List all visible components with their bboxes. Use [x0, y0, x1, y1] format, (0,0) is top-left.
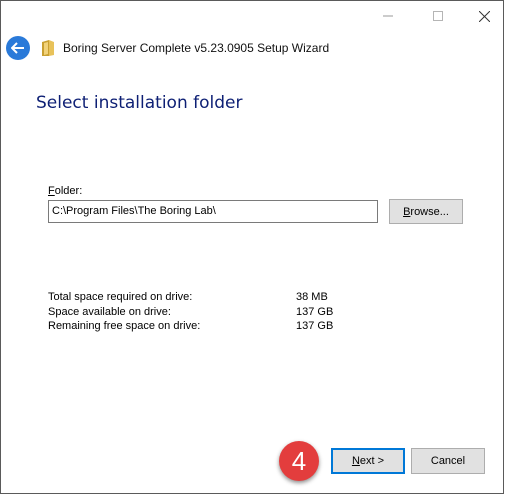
- cancel-button[interactable]: Cancel: [411, 448, 485, 474]
- close-icon: [478, 10, 490, 22]
- minimize-button[interactable]: [365, 1, 411, 31]
- browse-button[interactable]: Browse...: [389, 199, 463, 224]
- space-available-label: Space available on drive:: [48, 306, 171, 318]
- folder-path-input[interactable]: C:\Program Files\The Boring Lab\: [48, 200, 378, 223]
- close-button[interactable]: [461, 1, 506, 31]
- back-arrow-icon: [11, 42, 24, 54]
- space-required-value: 38 MB: [296, 291, 328, 303]
- maximize-icon: [433, 11, 443, 21]
- folder-icon: [42, 40, 54, 56]
- next-accelerator: N: [351, 455, 360, 467]
- space-available-value: 137 GB: [296, 306, 334, 318]
- browse-accelerator: B: [403, 205, 411, 218]
- space-required-label: Total space required on drive:: [48, 291, 193, 303]
- folder-label-rest: older:: [54, 185, 83, 197]
- window-title: Boring Server Complete v5.23.0905 Setup …: [63, 41, 330, 55]
- space-remaining-label: Remaining free space on drive:: [48, 320, 201, 332]
- space-remaining-value: 137 GB: [296, 320, 334, 332]
- setup-wizard-window: Boring Server Complete v5.23.0905 Setup …: [0, 0, 504, 494]
- back-button[interactable]: [6, 36, 30, 60]
- next-label-rest: ext >: [359, 455, 385, 467]
- step-number-badge: 4: [279, 441, 319, 481]
- folder-label: Folder:: [48, 185, 82, 197]
- maximize-button[interactable]: [415, 1, 461, 31]
- next-button[interactable]: Next >: [331, 448, 405, 474]
- browse-label-rest: rowse...: [410, 205, 449, 218]
- page-heading: Select installation folder: [36, 93, 243, 113]
- folder-label-accelerator: F: [48, 185, 55, 197]
- minimize-icon: [383, 15, 393, 17]
